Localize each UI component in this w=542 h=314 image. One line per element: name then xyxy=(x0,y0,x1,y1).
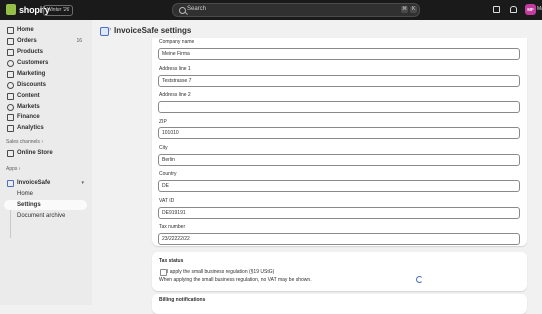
sidebar-item-label: Orders xyxy=(17,38,37,44)
chevron-down-icon: ▾ xyxy=(81,180,84,186)
orders-count-badge: 16 xyxy=(76,38,82,44)
vat-id-label: VAT ID xyxy=(159,198,175,204)
store-icon[interactable] xyxy=(493,6,500,13)
sidebar-subitem-settings[interactable]: Settings xyxy=(4,200,87,210)
sidebar-item-label: Home xyxy=(17,27,34,33)
sidebar-item-label: InvoiceSafe xyxy=(17,180,51,186)
sidebar-subitem-label: Home xyxy=(17,191,34,197)
sidebar-item-label: Marketing xyxy=(17,71,46,77)
address-line-2-label: Address line 2 xyxy=(159,92,191,98)
home-icon xyxy=(7,27,14,34)
sidebar-item-home[interactable]: Home xyxy=(4,25,88,35)
tax-number-field[interactable]: 23/22222/22 xyxy=(158,233,520,245)
city-field[interactable]: Berlin xyxy=(158,154,520,166)
sidebar-item-finance[interactable]: Finance xyxy=(4,112,88,122)
tax-status-card: Tax status I apply the small business re… xyxy=(152,252,527,291)
sidebar-subitem-label: Document archive xyxy=(17,213,66,219)
target-icon xyxy=(7,71,14,78)
vat-id-field[interactable]: DE919191 xyxy=(158,207,520,219)
sidebar-item-label: Discounts xyxy=(17,82,47,88)
address-line-1-field[interactable]: Teststrasse 7 xyxy=(158,75,520,87)
discount-icon xyxy=(7,82,14,89)
invoicesafe-app-icon xyxy=(7,180,14,187)
sidebar-item-marketing[interactable]: Marketing xyxy=(4,69,88,79)
edition-badge[interactable]: Winter '26 xyxy=(43,5,74,16)
storefront-icon xyxy=(7,150,14,157)
search-bar[interactable]: Search ⌘ K xyxy=(172,3,420,17)
small-business-checkbox-label[interactable]: I apply the small business regulation (§… xyxy=(167,269,274,275)
avatar[interactable]: MF xyxy=(525,4,536,15)
sidebar-item-orders[interactable]: Orders 16 xyxy=(4,36,88,46)
address-line-1-label: Address line 1 xyxy=(159,66,191,72)
user-name[interactable]: Ma xyxy=(537,6,542,12)
shopify-bag-icon xyxy=(6,4,16,15)
sidebar-item-label: Finance xyxy=(17,114,40,120)
sidebar-subitem-label: Settings xyxy=(17,202,41,208)
chevron-right-icon: › xyxy=(109,26,112,33)
sales-channels-heading[interactable]: Sales channels › xyxy=(6,139,43,145)
sidebar-item-discounts[interactable]: Discounts xyxy=(4,80,88,90)
small-business-checkbox[interactable] xyxy=(160,269,167,276)
sidebar-item-analytics[interactable]: Analytics xyxy=(4,123,88,133)
sidebar-item-label: Content xyxy=(17,93,40,99)
sidebar-item-label: Customers xyxy=(17,60,49,66)
sidebar-subitem-document-archive[interactable]: Document archive xyxy=(4,211,87,221)
apps-label: Apps xyxy=(6,166,18,172)
sidebar-item-label: Online Store xyxy=(17,150,53,156)
apps-heading[interactable]: Apps › xyxy=(6,166,20,172)
tax-status-title: Tax status xyxy=(159,258,184,264)
billing-notifications-title: Billing notifications xyxy=(159,297,206,303)
billing-notifications-card: Billing notifications xyxy=(152,294,527,314)
city-label: City xyxy=(159,145,168,151)
bar-chart-icon xyxy=(7,125,14,132)
sidebar-item-label: Analytics xyxy=(17,125,44,131)
company-name-field[interactable]: Meine Firma xyxy=(158,48,520,60)
sidebar-item-online-store[interactable]: Online Store xyxy=(4,148,88,158)
top-bar: shopify Winter '26 Search ⌘ K MF Ma xyxy=(0,0,542,20)
zip-label: ZIP xyxy=(159,119,167,125)
sidebar-item-label: Markets xyxy=(17,104,40,110)
tag-icon xyxy=(7,49,14,56)
content-icon xyxy=(7,93,14,100)
country-label: Country xyxy=(159,171,177,177)
orders-icon xyxy=(7,38,14,45)
sidebar-item-products[interactable]: Products xyxy=(4,47,88,57)
loading-spinner-icon xyxy=(416,276,423,283)
sidebar-item-content[interactable]: Content xyxy=(4,91,88,101)
company-name-label: Company name xyxy=(159,39,195,45)
command-key: ⌘ xyxy=(401,6,408,13)
sidebar-item-label: Products xyxy=(17,49,44,55)
small-business-help-text: When applying the small business regulat… xyxy=(159,277,312,283)
person-icon xyxy=(7,60,14,67)
invoicesafe-app-icon[interactable] xyxy=(100,27,109,36)
bell-icon[interactable] xyxy=(510,6,517,13)
tax-number-label: Tax number xyxy=(159,224,186,230)
chevron-right-icon: › xyxy=(18,166,21,172)
bank-icon xyxy=(7,114,14,121)
sidebar-item-invoicesafe[interactable]: InvoiceSafe ▾ xyxy=(4,178,88,188)
sales-channels-label: Sales channels xyxy=(6,139,40,145)
sidebar-item-markets[interactable]: Markets xyxy=(4,102,88,112)
globe-icon xyxy=(7,104,14,111)
address-line-2-field[interactable] xyxy=(158,101,520,113)
search-placeholder: Search xyxy=(187,6,207,12)
country-field[interactable]: DE xyxy=(158,180,520,192)
sidebar-subitem-home[interactable]: Home xyxy=(4,189,87,199)
chevron-right-icon: › xyxy=(41,139,43,145)
search-icon xyxy=(179,7,186,14)
sidebar-item-customers[interactable]: Customers xyxy=(4,58,88,68)
sidebar: Home Orders 16 Products Customers Market… xyxy=(0,20,92,305)
zip-field[interactable]: 101010 xyxy=(158,127,520,139)
page-title: InvoiceSafe settings xyxy=(114,26,192,35)
k-key: K xyxy=(410,6,417,13)
company-details-card: Company name Meine Firma Address line 1 … xyxy=(152,38,527,246)
